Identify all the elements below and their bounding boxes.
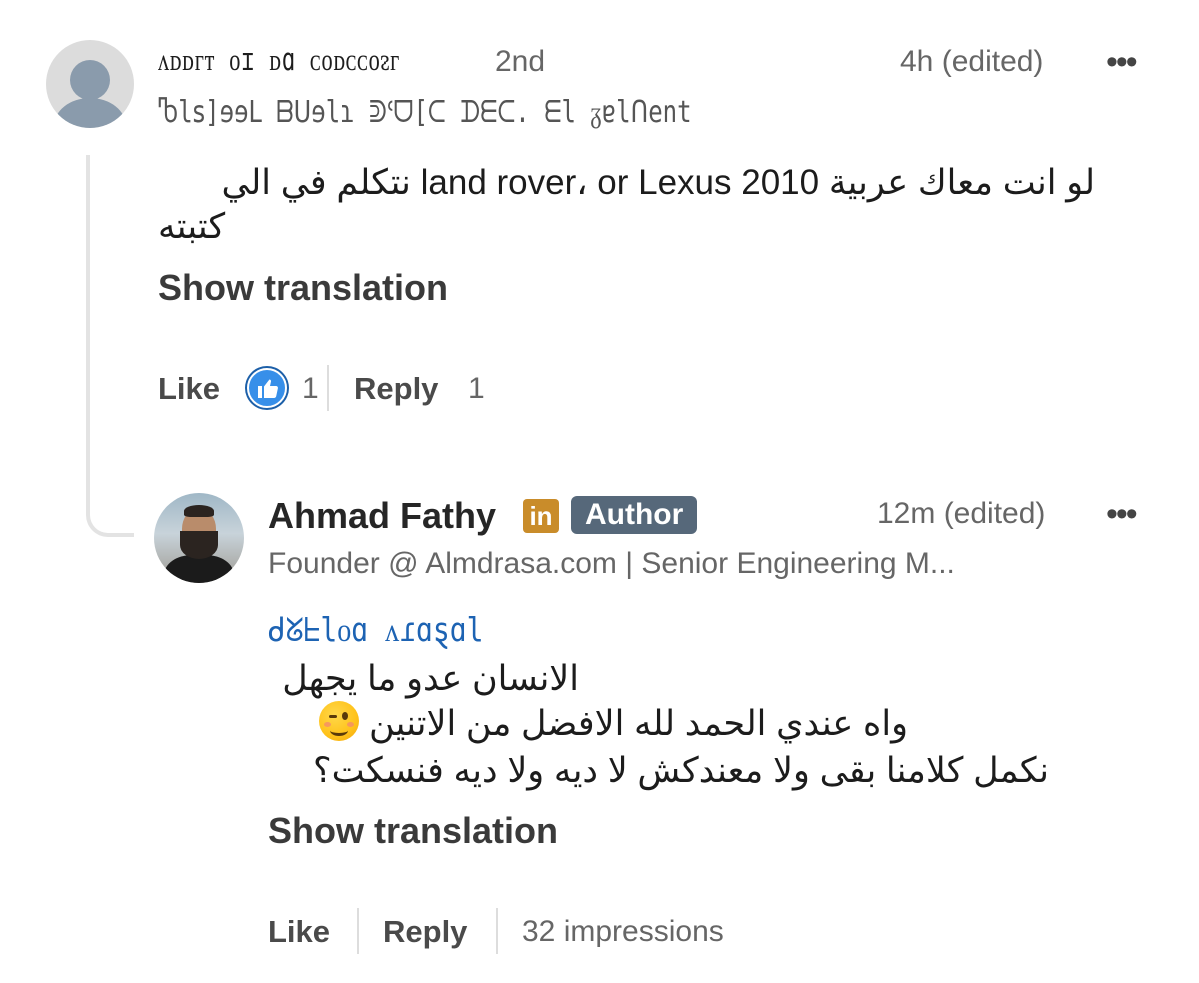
like-button[interactable]: Like — [268, 914, 330, 950]
author-badge: Author — [571, 496, 698, 534]
reply-button[interactable]: Reply — [383, 914, 467, 950]
more-options-icon[interactable]: ••• — [1106, 497, 1138, 531]
avatar-shoulders-shape — [54, 98, 126, 128]
reply-author-headline: Founder @ Almdrasa.com | Senior Engineer… — [268, 547, 955, 580]
reply-author-name[interactable]: Ahmad Fathy — [268, 495, 496, 537]
show-translation-link[interactable]: Show translation — [158, 267, 448, 309]
reply-text-line-3: نكمل كلامنا بقى ولا معندكش لا ديه ولا دي… — [313, 751, 1049, 790]
action-divider — [357, 908, 359, 954]
show-translation-link[interactable]: Show translation — [268, 810, 558, 852]
comment-text-line-2: كتبته — [158, 207, 226, 246]
avatar-placeholder[interactable] — [46, 40, 134, 128]
comment-text-line-1: لو انت معاك عربية land rover، or Lexus 2… — [221, 163, 1095, 202]
reply-author-avatar[interactable] — [154, 493, 244, 583]
reply-text-line-2-container: واه عندي الحمد لله الافضل من الاتنين — [268, 701, 908, 747]
like-count: 1 — [302, 372, 319, 405]
wink-emoji-icon — [319, 701, 360, 741]
action-divider — [496, 908, 498, 954]
reply-count: 1 — [468, 372, 485, 405]
linkedin-icon: in — [523, 499, 559, 533]
like-reaction-icon[interactable] — [247, 368, 287, 408]
action-divider — [327, 365, 329, 411]
reply-timestamp: 12m (edited) — [877, 497, 1046, 530]
reply-text-line-1: الانسان عدو ما يجهل — [282, 659, 579, 698]
comment-timestamp: 4h (edited) — [900, 45, 1044, 78]
thumbs-up-icon — [258, 379, 278, 398]
comment-author-headline: Ⴊlꜱ]ɘɘᒪ ᗷᑌɘlɿ ᕲᒼᗜ[ᑕ ᗪᗴᑕ. ᗴl ᵹɐlᑎent — [158, 95, 692, 130]
reply-text-line-2: واه عندي الحمد لله الافضل من الاتنين — [369, 704, 908, 743]
more-options-icon[interactable]: ••• — [1106, 45, 1138, 79]
avatar-head-shape — [70, 60, 110, 100]
comment-author-name[interactable]: ᴧᴅᴅᴦᴛ ᴏɪ ᴅɑ ᴄᴏᴅᴄᴄᴏᴤᴦ — [158, 42, 400, 78]
mention-link[interactable]: ᑯᘜᖶlᴏɑ ᴧɾɑȿɑl — [268, 610, 484, 650]
like-button[interactable]: Like — [158, 371, 220, 407]
avatar-beard-shape — [180, 531, 218, 559]
reply-button[interactable]: Reply — [354, 371, 438, 407]
connection-degree: 2nd — [495, 45, 546, 78]
avatar-hair-shape — [184, 505, 214, 517]
thread-connector-line — [86, 155, 134, 537]
impressions-count: 32 impressions — [522, 915, 724, 948]
avatar-body-shape — [164, 555, 234, 583]
